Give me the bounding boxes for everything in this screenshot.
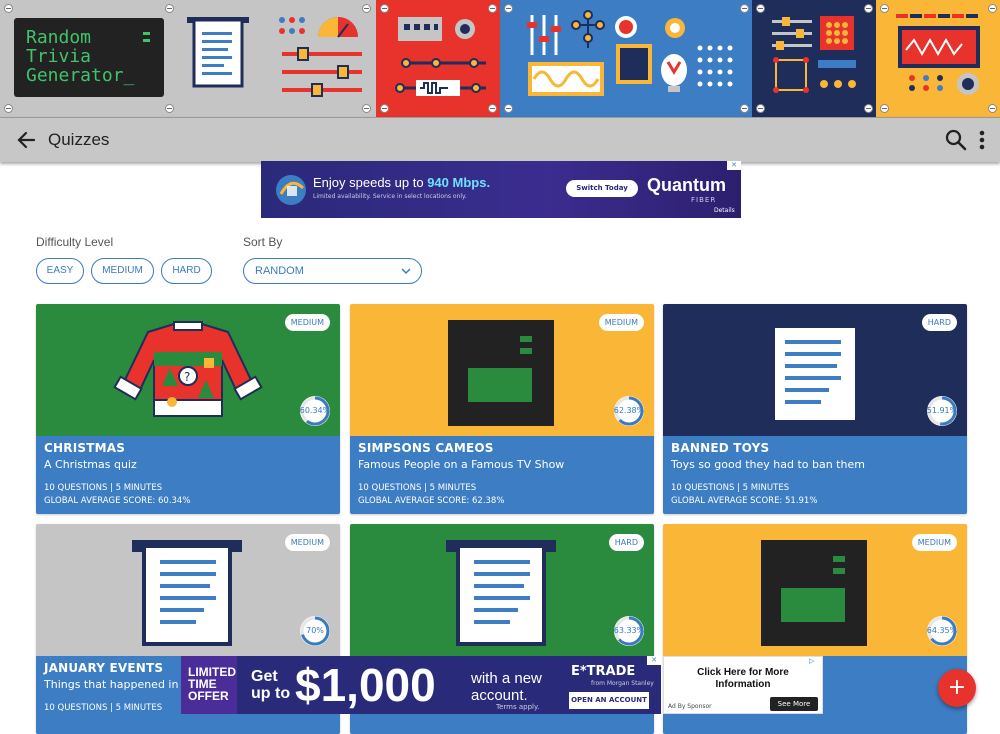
score-ring-value: 51.91% <box>926 406 958 415</box>
chevron-down-icon <box>401 259 411 293</box>
difficulty-badge: HARD <box>608 534 644 551</box>
ad-see-more-button[interactable]: See More <box>770 697 818 711</box>
sort-select-value: RANDOM <box>255 265 304 277</box>
oscilloscope-illustration <box>896 14 980 95</box>
quiz-card[interactable]: MEDIUM 62.38% SIMPSONS CAMEOS Famous People… <box>350 304 654 514</box>
document-illustration <box>187 17 362 97</box>
quiz-title: SIMPSONS CAMEOS <box>358 441 494 455</box>
difficulty-label: Difficulty Level <box>36 235 114 249</box>
quiz-card[interactable]: ? MEDIUM 60.34% CHRISTMAS A Christmas quiz 10… <box>36 304 340 514</box>
fiber-icon <box>276 175 306 205</box>
ad-banner-bottom[interactable]: LIMITED TIME OFFER Get up to $1,000 with… <box>181 656 661 714</box>
page-title: Quizzes <box>48 130 110 149</box>
quiz-title: BANNED TOYS <box>671 441 770 455</box>
ad-choices-icon[interactable]: ▷ <box>809 657 821 666</box>
score-ring: 60.34% <box>300 396 330 426</box>
difficulty-easy-chip[interactable]: EASY <box>36 258 84 284</box>
difficulty-badge: MEDIUM <box>911 534 957 551</box>
svg-text:?: ? <box>184 370 190 384</box>
app-toolbar: Quizzes <box>0 117 1000 162</box>
score-ring-value: 60.34% <box>299 406 331 415</box>
ad-terms: Terms apply. <box>496 703 540 711</box>
quiz-meta: 10 QUESTIONS | 5 MINUTES <box>44 483 163 493</box>
score-ring-value: 62.38% <box>613 406 645 415</box>
quiz-global-score: GLOBAL AVERAGE SCORE: 51.91% <box>671 496 818 506</box>
sort-select[interactable]: RANDOM <box>243 258 422 284</box>
ad-headline: Enjoy speeds up to 940 Mbps. <box>313 175 491 190</box>
app-logo[interactable]: Random Trivia Generator_ <box>14 18 164 97</box>
ad-brand: Quantum <box>647 175 726 195</box>
sort-label: Sort By <box>243 235 283 249</box>
difficulty-badge: HARD <box>921 314 957 331</box>
banner-panel-blue <box>500 0 752 117</box>
quiz-card[interactable]: HARD 51.91% BANNED TOYS Toys so good they h… <box>663 304 967 514</box>
ad-switch-today-button[interactable]: Switch Today <box>566 180 638 197</box>
quiz-subtitle: Things that happened in a <box>44 678 189 691</box>
difficulty-badge: MEDIUM <box>598 314 644 331</box>
banner-panel-red <box>376 0 500 117</box>
ad-sponsor-headline: Click Here for More Information <box>697 667 789 690</box>
score-ring-value: 70% <box>306 626 324 635</box>
ad-brand-sub: FIBER <box>691 196 717 204</box>
score-ring: 63.33% <box>614 616 644 646</box>
header-banner: Random Trivia Generator_ <box>0 0 1000 117</box>
score-ring: 70% <box>300 616 330 646</box>
ad-sponsor-by: Ad By Sponsor <box>668 703 712 710</box>
arrow-left-icon[interactable] <box>14 128 40 152</box>
difficulty-hard-chip[interactable]: HARD <box>161 258 212 284</box>
quiz-title: CHRISTMAS <box>44 441 126 455</box>
ad-banner-top[interactable]: Enjoy speeds up to 940 Mbps. Limited ava… <box>261 161 741 218</box>
ad-open-account-button[interactable]: OPEN AN ACCOUNT <box>569 692 649 709</box>
quiz-card-info: SIMPSONS CAMEOS Famous People on a Famous… <box>350 436 654 514</box>
app-logo-text: Random Trivia Generator_ <box>26 27 135 86</box>
more-vert-icon[interactable] <box>975 128 989 152</box>
difficulty-badge: MEDIUM <box>284 314 330 331</box>
quiz-title: JANUARY EVENTS <box>44 661 164 675</box>
difficulty-badge: MEDIUM <box>284 534 330 551</box>
ad-sponsor-box[interactable]: Click Here for More Information Ad By Sp… <box>663 656 823 714</box>
add-quiz-button[interactable]: + <box>938 669 976 707</box>
quiz-subtitle: A Christmas quiz <box>44 458 137 471</box>
banner-logo-panel: Random Trivia Generator_ <box>0 0 178 117</box>
quiz-global-score: GLOBAL AVERAGE SCORE: 60.34% <box>44 496 191 506</box>
quiz-subtitle: Toys so good they had to ban them <box>671 458 865 471</box>
ad-close-icon[interactable]: ✕ <box>647 656 661 665</box>
quiz-meta: 10 QUESTIONS | 5 MINUTES <box>358 483 477 493</box>
ad-details-link[interactable]: Details <box>714 207 735 214</box>
ad-limited-offer: LIMITED TIME OFFER <box>181 656 237 714</box>
score-ring: 64.35% <box>927 616 957 646</box>
quiz-card-info: CHRISTMAS A Christmas quiz 10 QUESTIONS | … <box>36 436 340 514</box>
ad-new-account: with a new account. <box>471 670 542 704</box>
ad-close-icon[interactable]: ✕ <box>727 161 741 170</box>
quiz-meta: 10 QUESTIONS | 5 MINUTES <box>671 483 790 493</box>
search-icon[interactable] <box>944 128 968 152</box>
mixer-illustration <box>772 16 856 93</box>
score-ring: 51.91% <box>927 396 957 426</box>
circuit-illustration <box>395 17 486 96</box>
banner-panel-yellow <box>876 0 1000 117</box>
quiz-global-score: GLOBAL AVERAGE SCORE: 62.38% <box>358 496 505 506</box>
score-ring-value: 64.35% <box>926 626 958 635</box>
score-ring: 62.38% <box>614 396 644 426</box>
quiz-subtitle: Famous People on a Famous TV Show <box>358 458 565 471</box>
ad-brand-etrade: E*TRADE <box>571 664 636 679</box>
banner-panel-gray <box>178 0 376 117</box>
difficulty-medium-chip[interactable]: MEDIUM <box>91 258 154 284</box>
ad-get-up-to: Get up to <box>251 668 291 702</box>
score-ring-value: 63.33% <box>613 626 645 635</box>
ad-fine-print: Limited availability. Service in select … <box>313 193 467 200</box>
quiz-meta: 10 QUESTIONS | 5 MINUTES <box>44 703 163 713</box>
quiz-card-info: BANNED TOYS Toys so good they had to ban … <box>663 436 967 514</box>
equalizer-illustration <box>527 10 733 96</box>
ad-amount: $1,000 <box>295 659 436 711</box>
banner-panel-navy <box>752 0 876 117</box>
ad-brand-sub: from Morgan Stanley <box>591 680 654 687</box>
